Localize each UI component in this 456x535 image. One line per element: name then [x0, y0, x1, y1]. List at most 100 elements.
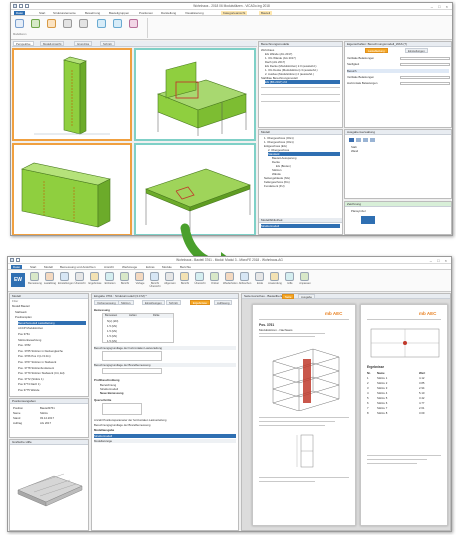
section-icon[interactable] — [113, 19, 122, 28]
footer-tab-strukturmodell[interactable]: Strukturmodell — [94, 434, 236, 438]
ribbon-button-icon[interactable] — [75, 272, 84, 281]
viewport-tab-1[interactable]: Perspektive — [13, 41, 34, 46]
model-list-item[interactable]: Stabwerk — [15, 310, 86, 314]
section-horizontal[interactable]: Berechnungsgrundlage der horizontalen La… — [94, 346, 236, 350]
input-tab[interactable]: Vorbemessung — [94, 300, 119, 305]
drawing-item[interactable]: Plansymbol — [351, 209, 449, 213]
viewport-tab-2[interactable]: Modell-Ansicht — [40, 41, 65, 46]
viewport-tab-3[interactable]: Grundriss — [74, 41, 93, 46]
report-page-1[interactable]: mb AEC Pos. 3761 Modulstützen - Nachweis — [252, 304, 356, 526]
view-icon[interactable] — [97, 19, 106, 28]
ribbon-button-icon[interactable] — [165, 272, 174, 281]
ribbon-button-icon[interactable] — [285, 272, 294, 281]
tab-ansicht[interactable]: Ansicht — [104, 265, 114, 269]
more-row[interactable]: Berechnungsgrundlage der Brandbemessung — [94, 423, 236, 427]
footer-tab-modellanzeige[interactable]: Modellanzeige — [94, 439, 236, 443]
ribbon-button-icon[interactable] — [90, 272, 99, 281]
model-footer[interactable]: Modellbibliothek — [259, 218, 342, 223]
prop-field[interactable] — [400, 57, 450, 60]
report-page-2[interactable]: mb AEC Ergebnisse Nr. Name Wert 1 Stütze 1 4.… — [360, 304, 448, 526]
model-list-item[interactable]: Pos. 3778 Stützenfundament — [18, 366, 86, 370]
tab-extras[interactable]: Extras — [146, 265, 155, 269]
model-list-item[interactable]: ACCP Modulstützen — [18, 326, 86, 330]
tab-modell[interactable]: Modell — [44, 265, 53, 269]
ribbon-button-icon[interactable] — [255, 272, 264, 281]
model-list-item[interactable]: Pos. 3782 — [18, 343, 86, 347]
tab-datei[interactable]: Datei — [11, 265, 23, 269]
model-list-item[interactable]: Positionsplan — [15, 315, 86, 319]
ribbon-button-icon[interactable] — [240, 272, 249, 281]
ribbon-button-icon[interactable] — [120, 272, 129, 281]
tree-item-selected[interactable]: EG (BS 2017) 2.0 — [265, 80, 340, 84]
viewport-wall[interactable] — [12, 143, 132, 235]
ribbon-button-icon[interactable] — [180, 272, 189, 281]
more-row[interactable]: Anzahl Positionsparameter der horizontal… — [94, 418, 236, 422]
ribbon-button-icon[interactable] — [270, 272, 279, 281]
window-controls[interactable]: – □ × — [431, 4, 450, 9]
app-badge[interactable]: EW — [11, 273, 25, 287]
cursor-icon[interactable] — [15, 19, 24, 28]
render-icon[interactable] — [129, 19, 138, 28]
prop-field[interactable] — [400, 63, 450, 66]
input-tab[interactable]: Schnitt — [166, 300, 181, 305]
tab-darstellung[interactable]: Darstellung — [161, 11, 176, 15]
grid-row[interactable]: 1.5 (kN) — [107, 329, 171, 333]
ribbon-button-icon[interactable] — [300, 272, 309, 281]
structure-footer[interactable]: Strukturmodell — [261, 224, 340, 228]
model-list-item[interactable]: Pos 3774 Dach 1) — [18, 382, 86, 386]
ribbon-button-icon[interactable] — [30, 272, 39, 281]
input-tab[interactable]: Stützen — [118, 300, 134, 305]
input-tab[interactable]: Auflösung — [214, 300, 233, 305]
model-list-item[interactable]: Stützenbewehrung — [18, 338, 86, 342]
tab-positionen[interactable]: Positionen — [139, 11, 153, 15]
model-list-item[interactable]: Pos 3761 — [18, 332, 86, 336]
copy-icon[interactable] — [356, 138, 361, 142]
tab-module[interactable]: Module — [162, 265, 172, 269]
grid-row[interactable]: N(x) (kN) — [107, 319, 171, 323]
output-item[interactable]: Wand — [351, 149, 449, 153]
more-row[interactable]: Modellausgabe — [94, 428, 236, 432]
model-list-item[interactable]: Pos. 3772 (Stütze 1) — [18, 377, 86, 381]
tab-start[interactable]: Start — [30, 265, 36, 269]
input-tab[interactable]: Einwirkungen — [142, 300, 165, 305]
model-filter[interactable]: Filter — [12, 299, 86, 303]
ribbon-button-icon[interactable] — [225, 272, 234, 281]
grid-row[interactable]: 1.5 (kN) — [107, 334, 171, 338]
tab-strukturelemente[interactable]: Strukturelemente — [53, 11, 76, 15]
section-brand[interactable]: Berechnungsgrundlage der Brandbemessung — [94, 363, 236, 367]
ribbon-button-icon[interactable] — [60, 272, 69, 281]
prop-field[interactable] — [400, 82, 450, 85]
grid-icon[interactable] — [63, 19, 72, 28]
grid-row[interactable]: 1.5 (kN) — [107, 324, 171, 328]
props-tab-lastableitung[interactable]: Lastableitung — [365, 48, 388, 53]
model-list-item[interactable]: Pos. 3765 Stützen in Deckengleiche — [18, 349, 86, 353]
tab-bauteil[interactable]: Bauteil — [259, 11, 273, 15]
input-grid[interactable]: Bemessen Außen Dicke N(x) (kN) 1.5 (kN) 1.5 … — [102, 313, 174, 343]
tab-bauteilgruppen[interactable]: Bauteilgruppen — [109, 11, 129, 15]
tab-bemessung[interactable]: Bemessung und Ansichten — [60, 265, 96, 269]
model-item[interactable]: Fundament (FU) — [264, 184, 340, 188]
viewport-tab-4[interactable]: Schnitt — [100, 41, 115, 46]
tab-visualisierung[interactable]: Visualisierung — [185, 11, 204, 15]
load-icon[interactable] — [47, 19, 56, 28]
querschnitt-table[interactable] — [102, 403, 142, 415]
input-tab[interactable]: Ergebnisse — [190, 300, 210, 305]
grid-row[interactable]: 1.5 (kN) — [107, 339, 171, 343]
model-list-item[interactable]: Pos. 3767 Stützen in Stabwerk — [18, 360, 86, 364]
ribbon-button-icon[interactable] — [210, 272, 219, 281]
model-list-item[interactable]: Pos. 3779 Stützen Stabwerk (C4, Ed) — [18, 371, 86, 375]
brand-table[interactable] — [102, 368, 162, 374]
layer-icon[interactable] — [79, 19, 88, 28]
tab-bewehrung[interactable]: Bewehrung — [85, 11, 100, 15]
ribbon-button-icon[interactable] — [105, 272, 114, 281]
ribbon-button-icon[interactable] — [195, 272, 204, 281]
ribbon-button-icon[interactable] — [135, 272, 144, 281]
ribbon-button-icon[interactable] — [150, 272, 159, 281]
tab-datei[interactable]: Datei — [14, 11, 26, 15]
model-list-item[interactable]: Bereichsmodell Lastableitung — [18, 320, 86, 325]
model-list-item[interactable]: Pos 3775 Wände — [18, 388, 86, 392]
doc-tab-seite[interactable]: Seite — [282, 294, 295, 299]
tab-kategorieansicht[interactable]: Kategorieansicht — [221, 11, 248, 15]
props-tab-einstellungen[interactable]: Einstellungen — [405, 48, 428, 53]
model-list-item[interactable]: Modell Bauteil — [12, 304, 86, 308]
